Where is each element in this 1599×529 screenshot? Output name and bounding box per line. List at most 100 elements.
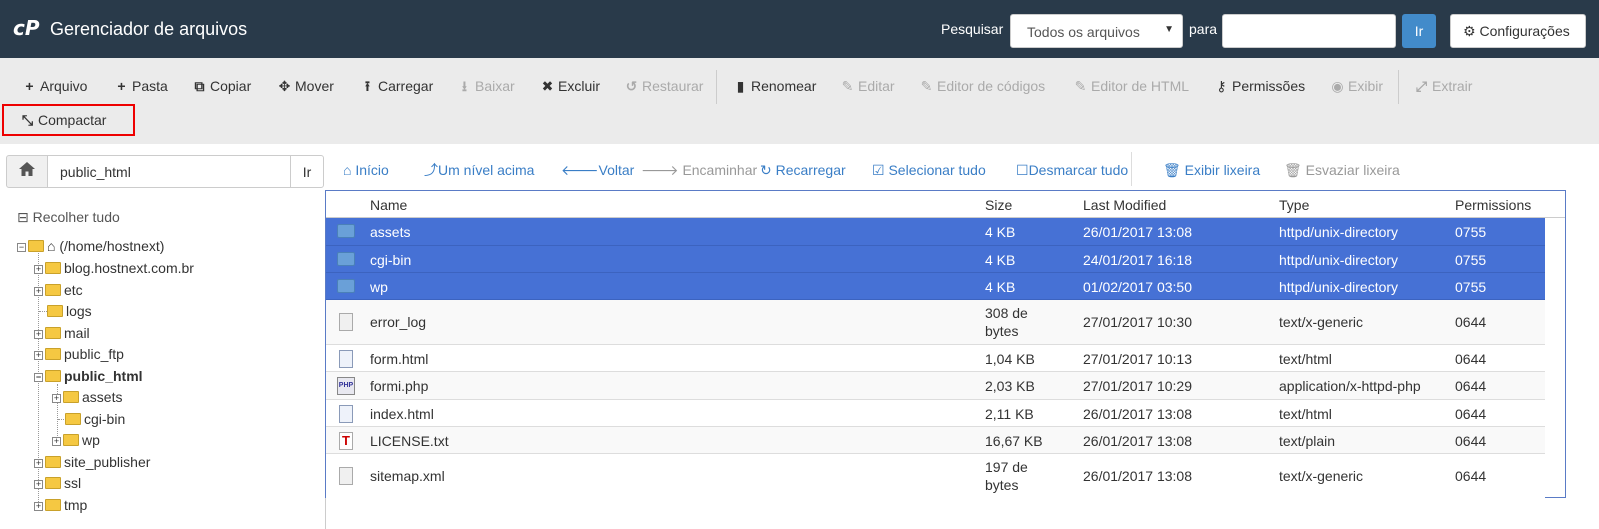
toolbar-button-renomear[interactable]: ▮ Renomear [733, 76, 817, 96]
action-esvaziar-lixeira[interactable]: 🗑 Esvaziar lixeira [1284, 160, 1400, 180]
folder-icon [45, 477, 61, 490]
table-row[interactable]: cgi-bin 4 KB 24/01/2017 16:18 httpd/unix… [326, 246, 1545, 273]
toolbar-label: Exibir [1348, 78, 1384, 94]
expand-toggle-icon: + [34, 263, 43, 274]
column-header-name[interactable]: Name [370, 197, 407, 213]
toolbar-button-copiar[interactable]: ⧉ Copiar [192, 76, 252, 96]
gear-icon: ⚙ [1463, 23, 1476, 39]
file-name: form.html [370, 351, 429, 367]
action-label: Voltar [598, 162, 635, 178]
toolbar-button-carregar[interactable]: ⭱ Carregar [360, 76, 433, 96]
tree-node-label: public_ftp [64, 346, 124, 362]
folder-icon [337, 252, 355, 266]
settings-button[interactable]: ⚙ Configurações [1450, 14, 1586, 48]
expand-toggle-icon: + [34, 500, 43, 511]
tree-node-tmp[interactable]: + tmp [34, 495, 87, 515]
table-row[interactable]: assets 4 KB 26/01/2017 13:08 httpd/unix-… [326, 218, 1545, 246]
action-desmarcar-tudo[interactable]: ☐Desmarcar tudo [1016, 160, 1128, 180]
table-row[interactable]: index.html 2,11 KB 26/01/2017 13:08 text… [326, 400, 1545, 427]
php-file-icon: PHP [337, 377, 355, 395]
action-encaminhar[interactable]: 🡒 Encaminhar [641, 160, 757, 180]
tree-node-label: etc [64, 282, 83, 298]
tree-node-root[interactable]: − ⌂ (/home/hostnext) [17, 236, 164, 256]
column-header-permissions[interactable]: Permissions [1455, 197, 1531, 213]
action-label: Exibir lixeira [1184, 162, 1261, 178]
table-scrollbar-track[interactable] [1545, 218, 1565, 497]
file-size: 16,67 KB [985, 433, 1043, 449]
tree-node-public-ftp[interactable]: + public_ftp [34, 344, 124, 364]
toolbar-button-permissoes[interactable]: ⚷ Permissões [1214, 76, 1305, 96]
toolbar-button-editor-codigos[interactable]: ✎ Editor de códigos [919, 76, 1046, 96]
tree-node-assets[interactable]: + assets [52, 387, 122, 407]
toolbar-button-editor-html[interactable]: ✎ Editor de HTML [1073, 76, 1189, 96]
file-type: httpd/unix-directory [1279, 279, 1399, 295]
search-input[interactable] [1222, 14, 1396, 48]
toolbar-button-exibir[interactable]: ◉ Exibir [1330, 76, 1383, 96]
table-row[interactable]: error_log 308 de bytes 27/01/2017 10:30 … [326, 300, 1545, 345]
toolbar-button-extrair[interactable]: ⤢ Extrair [1414, 76, 1473, 96]
toolbar-button-excluir[interactable]: ✖ Excluir [540, 76, 600, 96]
toolbar-button-arquivo[interactable]: + Arquivo [22, 76, 87, 96]
search-go-button[interactable]: Ir [1402, 14, 1436, 48]
action-recarregar[interactable]: ↻ Recarregar [760, 160, 846, 180]
tree-node-site-publisher[interactable]: + site_publisher [34, 452, 150, 472]
search-scope-select[interactable]: Todos os arquivos ▼ [1010, 14, 1183, 48]
level-up-icon: ⤴ [424, 162, 438, 178]
table-row[interactable]: form.html 1,04 KB 27/01/2017 10:13 text/… [326, 345, 1545, 372]
toolbar-label: Pasta [132, 78, 168, 94]
arrow-right-icon: 🡒 [641, 162, 679, 178]
path-input[interactable]: public_html [47, 155, 291, 188]
action-label: Desmarcar tudo [1028, 162, 1129, 178]
action-voltar[interactable]: 🡐Voltar [561, 160, 634, 180]
column-header-size[interactable]: Size [985, 197, 1012, 213]
chevron-down-icon: ▼ [1164, 24, 1174, 35]
toolbar-button-baixar[interactable]: ⭳ Baixar [457, 76, 515, 96]
file-modified: 27/01/2017 10:30 [1083, 314, 1192, 330]
toolbar-label: Restaurar [642, 78, 704, 94]
table-row[interactable]: PHP formi.php 2,03 KB 27/01/2017 10:29 a… [326, 372, 1545, 400]
table-row[interactable]: T LICENSE.txt 16,67 KB 26/01/2017 13:08 … [326, 427, 1545, 454]
tree-node-label: wp [82, 432, 100, 448]
svg-text:cP: cP [13, 17, 40, 39]
plus-icon: + [117, 78, 126, 94]
expand-toggle-icon: + [34, 285, 43, 296]
action-divider [1131, 152, 1132, 186]
tree-node-cgi-bin[interactable]: cgi-bin [65, 409, 125, 429]
settings-label: Configurações [1479, 23, 1570, 39]
toolbar-label: Arquivo [40, 78, 88, 94]
action-selecionar-tudo[interactable]: ☑ Selecionar tudo [872, 160, 986, 180]
tree-node-wp[interactable]: + wp [52, 430, 100, 450]
column-header-last-modified[interactable]: Last Modified [1083, 197, 1166, 213]
table-row[interactable]: sitemap.xml 197 de bytes 26/01/2017 13:0… [326, 454, 1545, 498]
search-label: Pesquisar [941, 21, 1004, 37]
home-path-button[interactable] [6, 155, 48, 188]
tree-node-public-html[interactable]: − public_html [34, 366, 143, 386]
action-label: Selecionar tudo [888, 162, 986, 178]
tree-node-logs[interactable]: logs [47, 301, 92, 321]
column-header-type[interactable]: Type [1279, 197, 1309, 213]
highlight-annotation-box [2, 104, 135, 136]
action-um-nivel-acima[interactable]: ⤴Um nível acima [424, 160, 534, 180]
action-inicio[interactable]: ⌂ Início [343, 160, 389, 180]
tree-node-mail[interactable]: + mail [34, 323, 90, 343]
file-size: 4 KB [985, 224, 1016, 240]
folder-icon [45, 327, 61, 340]
file-type: application/x-httpd-php [1279, 378, 1421, 394]
tree-node-label: mail [64, 325, 90, 341]
file-size: 197 de bytes [985, 459, 1028, 493]
folder-open-icon [28, 240, 44, 253]
tree-node-etc[interactable]: + etc [34, 280, 83, 300]
tree-node-blog[interactable]: + blog.hostnext.com.br [34, 258, 194, 278]
toolbar-button-pasta[interactable]: + Pasta [114, 76, 168, 96]
toolbar-button-mover[interactable]: ✥ Mover [277, 76, 334, 96]
table-row[interactable]: wp 4 KB 01/02/2017 03:50 httpd/unix-dire… [326, 273, 1545, 300]
tree-node-ssl[interactable]: + ssl [34, 473, 81, 493]
folder-icon [47, 305, 63, 318]
action-exibir-lixeira[interactable]: 🗑 Exibir lixeira [1163, 160, 1260, 180]
eye-icon: ◉ [1331, 78, 1344, 94]
file-name: cgi-bin [370, 252, 412, 268]
toolbar-button-editar[interactable]: ✎ Editar [840, 76, 895, 96]
collapse-all-link[interactable]: ⊟ Recolher tudo [17, 209, 120, 226]
toolbar-button-restaurar[interactable]: ↺ Restaurar [624, 76, 704, 96]
path-go-button[interactable]: Ir [290, 155, 324, 188]
